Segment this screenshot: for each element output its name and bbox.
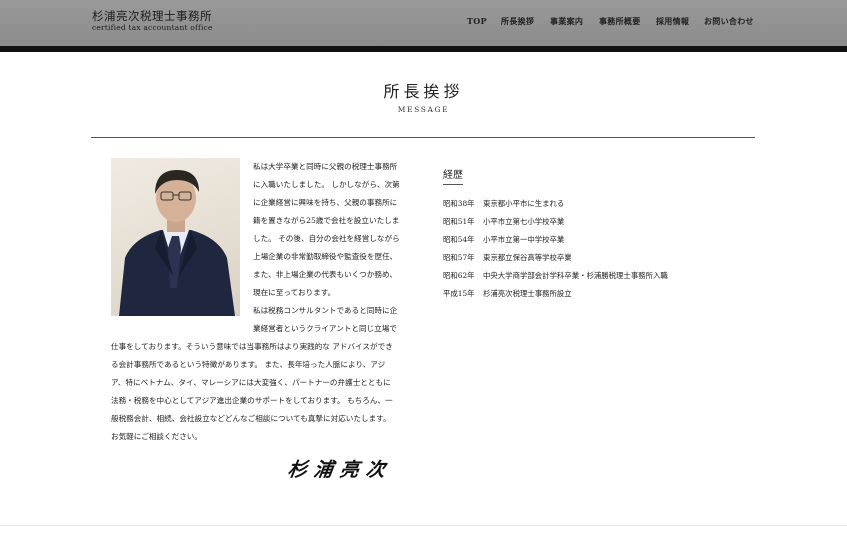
message-line: した。 その後、自分の会社を経営しながら (253, 234, 400, 243)
signature: 杉浦亮次 (286, 459, 394, 481)
career-item: 昭和62年 中央大学商学部会計学科卒業・杉浦勝税理士事務所入職 (443, 271, 668, 281)
footer-divider (0, 525, 847, 526)
career-year: 昭和51年 (443, 217, 475, 226)
message-line: に入職いたしました。 しかしながら、次第 (253, 180, 400, 189)
message-line: 業経営者というクライアントと同じ立場で (253, 324, 397, 333)
director-photo (111, 158, 240, 316)
career-year: 昭和62年 (443, 271, 475, 280)
career-text: 小平市立第七小学校卒業 (483, 217, 565, 226)
career-year: 平成15年 (443, 289, 475, 298)
message-line: 現在に至っております。 (253, 288, 336, 297)
message-line: 上場企業の非常勤取締役や監査役を歴任、 (253, 252, 398, 261)
message-line: お気軽にご相談ください。 (111, 432, 202, 441)
career-item: 昭和38年 東京都小平市に生まれる (443, 199, 564, 209)
career-item: 昭和54年 小平市立第一中学校卒業 (443, 235, 564, 245)
message-line: ア、特にベトナム、タイ、マレーシアには大変強く、パートナーの弁護士とともに (111, 378, 391, 387)
career-year: 昭和54年 (443, 235, 475, 244)
message-line: 私は大学卒業と同時に父親の税理士事務所 (253, 162, 398, 171)
career-text: 杉浦亮次税理士事務所設立 (483, 289, 572, 298)
page-subtitle: MESSAGE (397, 105, 450, 114)
nav-item-top[interactable]: TOP (467, 16, 487, 26)
nav-item-services[interactable]: 事業案内 (550, 16, 583, 26)
message-line: る会計事務所であるという特徴があります。 また、長年培った人脈により、アジ (111, 360, 386, 369)
message-line: 仕事をしております。そういう意味では当事務所はより実践的な アドバイスができ (111, 342, 393, 351)
nav-item-message[interactable]: 所長挨拶 (501, 16, 534, 26)
career-year: 昭和38年 (443, 199, 475, 208)
career-year: 昭和57年 (443, 253, 475, 262)
career-text: 小平市立第一中学校卒業 (483, 235, 565, 244)
page-title: 所長挨拶 (383, 82, 464, 101)
nav-item-recruit[interactable]: 採用情報 (656, 16, 689, 26)
career-item: 昭和51年 小平市立第七小学校卒業 (443, 217, 564, 227)
career-text: 中央大学商学部会計学科卒業・杉浦勝税理士事務所入職 (483, 271, 668, 280)
career-heading: 経歴 (443, 170, 463, 185)
message-line: また、非上場企業の代表もいくつか務め、 (253, 270, 398, 279)
message-line: 籍を置きながら25歳で会社を設立いたしま (253, 216, 400, 225)
message-line: 法務・税務を中心としてアジア進出企業のサポートをしております。 もちろん、一 (111, 396, 393, 405)
career-item: 平成15年 杉浦亮次税理士事務所設立 (443, 289, 572, 299)
main-nav: TOP 所長挨拶 事業案内 事務所概要 採用情報 お問い合わせ (0, 16, 847, 28)
message-line: 般税務会計、相続、会社設立などどんなご相談についても真摯に対応いたします。 (111, 414, 391, 423)
message-line: に企業経営に興味を持ち、父親の事務所に (253, 198, 398, 207)
message-line: 私は税務コンサルタントであると同時に企 (253, 306, 398, 315)
site-header: 杉浦亮次税理士事務所 certified tax accountant offi… (0, 0, 847, 46)
nav-item-contact[interactable]: お問い合わせ (704, 16, 754, 26)
nav-item-office[interactable]: 事務所概要 (599, 16, 641, 26)
career-text: 東京都小平市に生まれる (483, 199, 565, 208)
career-item: 昭和57年 東京都立保谷高等学校卒業 (443, 253, 572, 263)
header-divider (0, 46, 847, 52)
title-divider (91, 137, 755, 138)
career-text: 東京都立保谷高等学校卒業 (483, 253, 572, 262)
